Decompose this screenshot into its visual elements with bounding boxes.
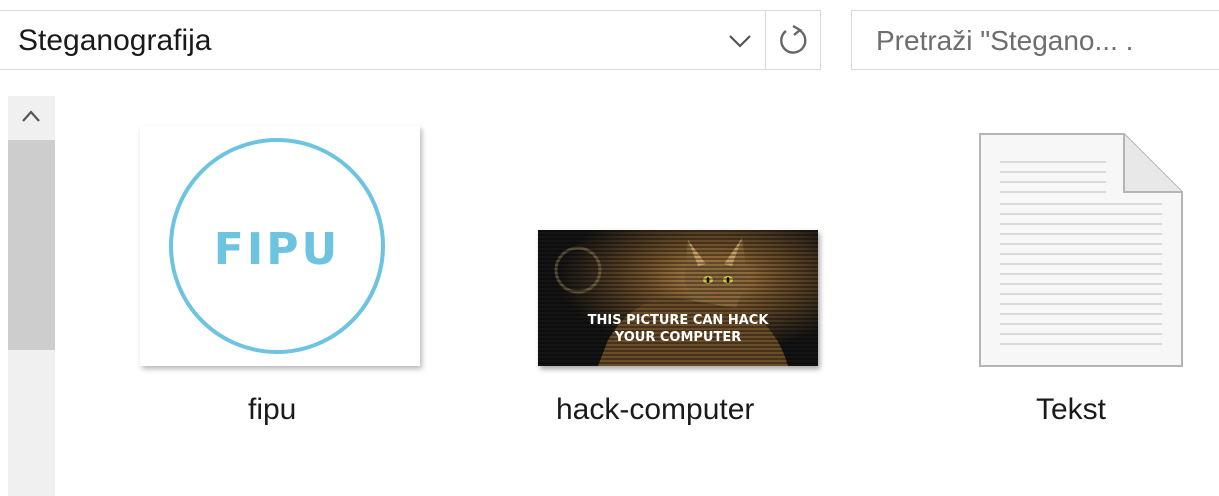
chevron-down-icon	[729, 35, 751, 48]
text-document-icon	[979, 133, 1183, 367]
cat-photo-image: THIS PICTURE CAN HACK YOUR COMPUTER	[538, 230, 818, 366]
refresh-button[interactable]	[765, 10, 821, 70]
refresh-icon	[780, 24, 807, 54]
vertical-scrollbar[interactable]	[8, 96, 55, 496]
file-name-tekst[interactable]: Tekst	[1036, 392, 1106, 428]
address-dropdown-button[interactable]	[720, 21, 760, 61]
file-thumbnail-tekst[interactable]	[978, 132, 1184, 368]
file-name-fipu[interactable]: fipu	[248, 392, 296, 428]
fipu-logo-text: FIPU	[214, 224, 340, 275]
file-name-hack-computer[interactable]: hack-computer	[556, 392, 754, 428]
search-placeholder: Pretraži "Stegano... .	[876, 25, 1134, 56]
scrollbar-thumb[interactable]	[8, 140, 55, 350]
thumbnail-caption-line2: YOUR COMPUTER	[614, 330, 741, 345]
file-thumbnail-fipu[interactable]: FIPU	[140, 126, 420, 366]
address-bar[interactable]: Steganografija	[0, 10, 765, 70]
search-input[interactable]: Pretraži "Stegano... .	[851, 10, 1219, 70]
scroll-up-button[interactable]	[8, 96, 55, 138]
thumbnail-caption-line1: THIS PICTURE CAN HACK	[588, 313, 770, 328]
file-thumbnail-hack-computer[interactable]: THIS PICTURE CAN HACK YOUR COMPUTER	[538, 230, 818, 366]
fipu-logo-image: FIPU	[169, 138, 385, 354]
address-path: Steganografija	[18, 24, 212, 57]
chevron-up-icon	[22, 110, 40, 122]
file-explorer-window: Steganografija Pretraži "Stegano... . FI…	[0, 0, 1219, 496]
